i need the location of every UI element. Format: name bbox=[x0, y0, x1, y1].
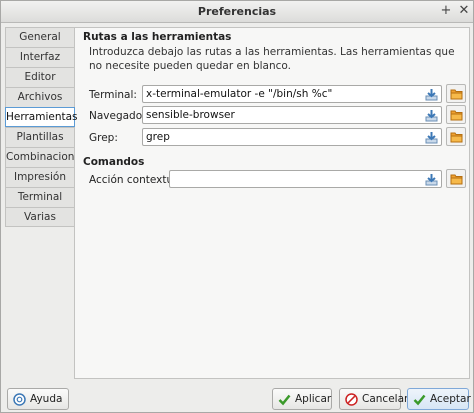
check-icon bbox=[413, 394, 426, 406]
maximize-icon[interactable]: + bbox=[439, 4, 453, 18]
apply-button[interactable]: Aplicar bbox=[272, 388, 332, 410]
check-icon bbox=[278, 394, 291, 406]
commands-heading: Comandos bbox=[83, 156, 145, 168]
tab-editor[interactable]: Editor bbox=[5, 67, 75, 87]
terminal-value: x-terminal-emulator -e "/bin/sh %c" bbox=[146, 88, 333, 100]
terminal-label: Terminal: bbox=[89, 89, 137, 101]
preferences-window: Preferencias + ✕ General Interfaz Editor… bbox=[0, 0, 474, 413]
tab-combinaciones[interactable]: Combinaciones bbox=[5, 147, 86, 167]
window-title: Preferencias bbox=[197, 5, 277, 18]
grep-field[interactable]: grep bbox=[142, 128, 442, 146]
tab-interfaz[interactable]: Interfaz bbox=[5, 47, 75, 67]
close-icon[interactable]: ✕ bbox=[457, 4, 471, 18]
browser-label: Navegador: bbox=[89, 110, 150, 122]
tab-impresion[interactable]: Impresión bbox=[5, 167, 75, 187]
apply-label: Aplicar bbox=[295, 393, 332, 405]
cancel-label: Cancelar bbox=[362, 393, 409, 405]
context-action-field[interactable] bbox=[169, 170, 442, 188]
help-icon bbox=[13, 393, 26, 406]
open-folder-icon bbox=[450, 89, 463, 100]
context-action-browse-button[interactable] bbox=[446, 169, 466, 188]
cancel-button[interactable]: Cancelar bbox=[339, 388, 408, 410]
insert-into-field-icon[interactable] bbox=[425, 109, 438, 122]
preferences-tabs: General Interfaz Editor Archivos Herrami… bbox=[5, 27, 86, 227]
tab-terminal[interactable]: Terminal bbox=[5, 187, 75, 207]
accept-label: Aceptar bbox=[430, 393, 471, 405]
grep-label: Grep: bbox=[89, 132, 118, 144]
terminal-browse-button[interactable] bbox=[446, 84, 466, 103]
tab-varias[interactable]: Varias bbox=[5, 207, 75, 227]
tab-herramientas[interactable]: Herramientas bbox=[5, 107, 78, 127]
terminal-field[interactable]: x-terminal-emulator -e "/bin/sh %c" bbox=[142, 85, 442, 103]
insert-into-field-icon[interactable] bbox=[425, 88, 438, 101]
tab-archivos[interactable]: Archivos bbox=[5, 87, 75, 107]
browser-value: sensible-browser bbox=[146, 109, 235, 121]
open-folder-icon bbox=[450, 174, 463, 185]
cancel-icon bbox=[345, 393, 358, 406]
browser-field[interactable]: sensible-browser bbox=[142, 106, 442, 124]
tools-description: Introduzca debajo las rutas a las herram… bbox=[89, 46, 455, 72]
help-button[interactable]: Ayuda bbox=[7, 388, 69, 410]
title-bar[interactable]: Preferencias + ✕ bbox=[1, 1, 473, 23]
tools-heading: Rutas a las herramientas bbox=[83, 31, 232, 43]
tab-general[interactable]: General bbox=[5, 27, 75, 47]
open-folder-icon bbox=[450, 110, 463, 121]
tab-plantillas[interactable]: Plantillas bbox=[5, 127, 75, 147]
help-label: Ayuda bbox=[30, 393, 63, 405]
tools-panel: Rutas a las herramientas Introduzca deba… bbox=[74, 27, 470, 379]
open-folder-icon bbox=[450, 132, 463, 143]
insert-into-field-icon[interactable] bbox=[425, 173, 438, 186]
insert-into-field-icon[interactable] bbox=[425, 131, 438, 144]
grep-value: grep bbox=[146, 131, 170, 143]
accept-button[interactable]: Aceptar bbox=[407, 388, 471, 410]
grep-browse-button[interactable] bbox=[446, 127, 466, 146]
browser-browse-button[interactable] bbox=[446, 105, 466, 124]
